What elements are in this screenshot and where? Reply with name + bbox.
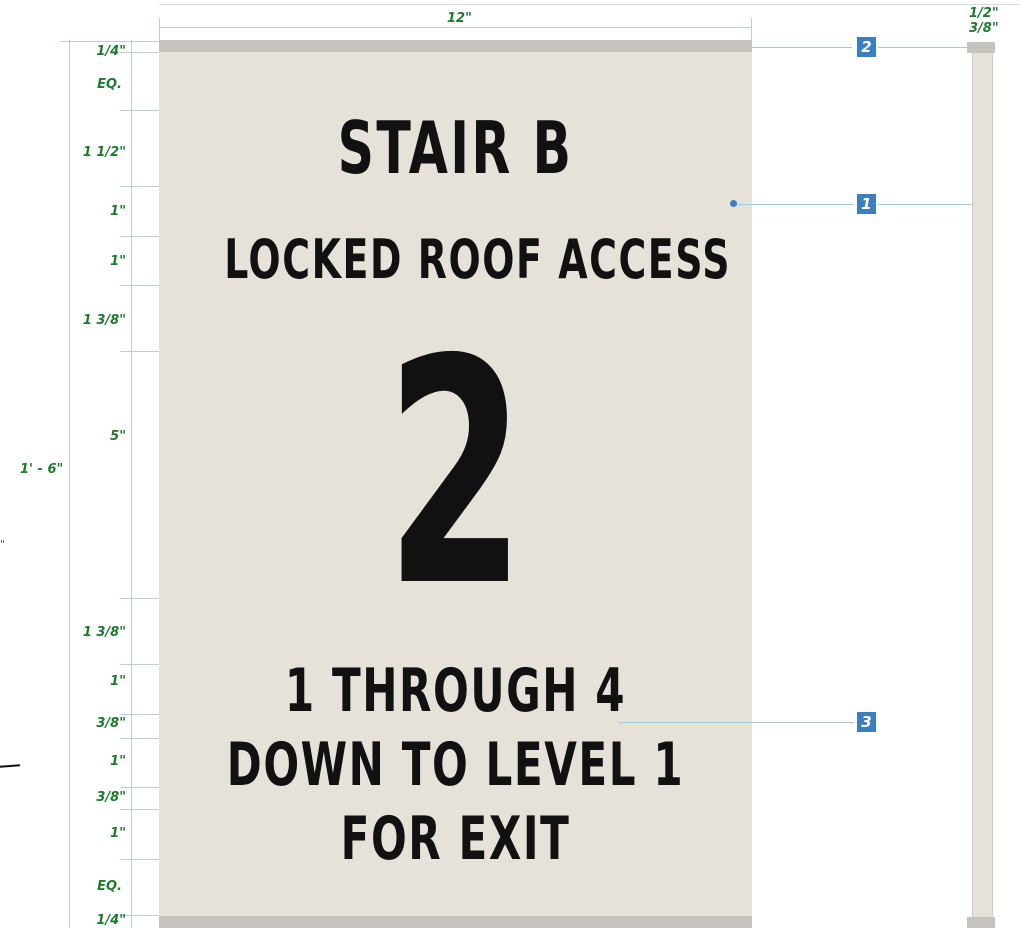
dim-gap-5: 1 3/8" <box>82 625 126 640</box>
dim-gap-10: 1" <box>110 826 126 841</box>
dim-gap-8: 1" <box>110 754 126 769</box>
dim-tick-5 <box>120 285 160 286</box>
dim-tick-14 <box>120 915 160 916</box>
dim-gap-1: 1 1/2" <box>82 145 126 160</box>
callout-1-leader <box>737 204 854 205</box>
callout-3-leader <box>618 722 854 723</box>
dim-gap-7: 3/8" <box>96 716 126 731</box>
dim-gap-6: 1" <box>110 674 126 689</box>
side-profile-top-rail <box>967 42 995 53</box>
dim-tick-12 <box>120 809 160 810</box>
side-profile-panel <box>972 44 993 928</box>
dim-gap-3: 1" <box>110 254 126 269</box>
callout-2-leader <box>752 47 852 48</box>
segment-dimension-line <box>131 40 132 928</box>
callout-2-badge: 2 <box>857 37 876 57</box>
dim-eq-bottom: EQ. <box>97 879 122 894</box>
callout-1-badge: 1 <box>857 194 876 214</box>
dim-tick-6 <box>120 351 160 352</box>
dim-tick-9 <box>120 714 160 715</box>
dim-number-height: 5" <box>110 429 126 444</box>
side-dim-bottom: 3/8" <box>969 21 999 36</box>
dim-tick-11 <box>120 787 160 788</box>
dim-tick-3 <box>120 186 160 187</box>
callout-3-badge: 3 <box>857 712 876 732</box>
stray-quote-mark: " <box>0 538 6 551</box>
sign-line-down-to: DOWN TO LEVEL 1 <box>226 730 685 800</box>
dim-tick-1 <box>120 52 160 53</box>
dim-bottom-margin: 1/4" <box>96 913 126 928</box>
stray-leader-stroke <box>0 764 21 768</box>
width-dimension-tick-right <box>751 18 752 40</box>
dim-tick-8 <box>120 664 160 665</box>
dim-tick-13 <box>120 859 160 860</box>
dim-gap-9: 3/8" <box>96 790 126 805</box>
dim-top-margin: 1/4" <box>96 44 126 59</box>
sign-line-exit: FOR EXIT <box>340 804 571 874</box>
top-border-line <box>159 4 1020 5</box>
sign-subtitle: LOCKED ROOF ACCESS <box>224 228 732 291</box>
dim-tick-0 <box>60 41 160 42</box>
dim-gap-2: 1" <box>110 204 126 219</box>
sign-panel: STAIR B LOCKED ROOF ACCESS 2 1 THROUGH 4… <box>159 40 752 928</box>
dim-gap-4: 1 3/8" <box>82 313 126 328</box>
width-dimension-label: 12" <box>447 11 472 26</box>
floor-number: 2 <box>385 294 526 655</box>
bottom-mounting-rail <box>159 916 752 928</box>
dim-tick-7 <box>120 598 160 599</box>
dim-tick-10 <box>120 738 160 739</box>
dim-tick-4 <box>120 236 160 237</box>
callout-1-leader-right <box>878 204 972 205</box>
dim-eq-top: EQ. <box>97 77 122 92</box>
callout-1-dot <box>730 200 737 207</box>
width-dimension-line <box>159 27 752 28</box>
callout-2-leader-right <box>878 47 968 48</box>
sign-line-through: 1 THROUGH 4 <box>284 656 627 726</box>
top-mounting-rail <box>159 40 752 52</box>
width-dimension-tick-left <box>159 18 160 40</box>
side-dim-top: 1/2" <box>969 6 999 21</box>
side-profile-bottom-rail <box>967 917 995 928</box>
dim-total-height: 1' - 6" <box>20 462 64 477</box>
sign-title: STAIR B <box>337 106 574 190</box>
dim-tick-2 <box>120 110 160 111</box>
